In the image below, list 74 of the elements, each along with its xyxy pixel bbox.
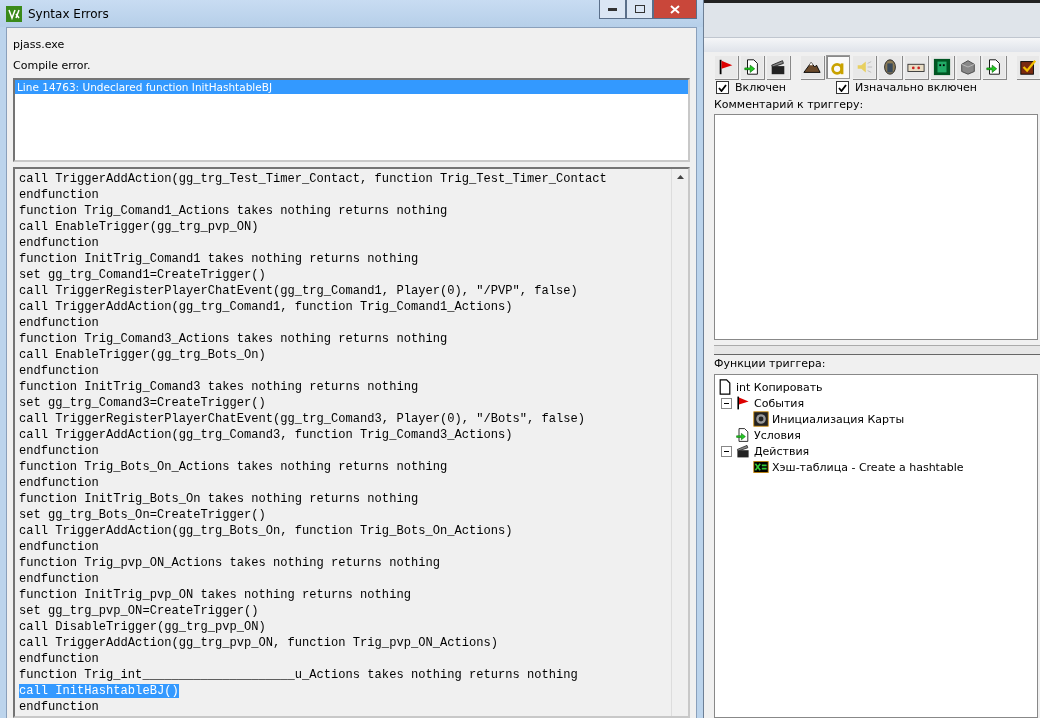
code-line: endfunction bbox=[19, 444, 99, 458]
code-line: call TriggerRegisterPlayerChatEvent(gg_trg_Comand1, Player(0), "/PVP", false) bbox=[19, 284, 578, 298]
checkbox-label: Включен bbox=[735, 81, 786, 94]
code-line: endfunction bbox=[19, 540, 99, 554]
tree-item[interactable]: int Копировать bbox=[736, 380, 823, 394]
maximize-button[interactable] bbox=[626, 0, 653, 19]
clapperboard-icon bbox=[735, 443, 751, 459]
close-button[interactable] bbox=[653, 0, 697, 19]
code-line: call EnableTrigger(gg_trg_pvp_ON) bbox=[19, 220, 259, 234]
checkbox[interactable] bbox=[836, 81, 849, 94]
expander-box[interactable] bbox=[721, 397, 732, 409]
code-line: endfunction bbox=[19, 572, 99, 586]
code-line: function Trig_Comand3_Actions takes nothing returns nothing bbox=[19, 332, 448, 346]
tree-item[interactable]: События bbox=[754, 396, 805, 410]
document-arrow-icon bbox=[735, 427, 751, 443]
code-line: endfunction bbox=[19, 364, 99, 378]
tree-item[interactable]: Инициализация Карты bbox=[772, 412, 905, 426]
code-line: call TriggerAddAction(gg_trg_Comand1, function Trig_Comand1_Actions) bbox=[19, 300, 513, 314]
maximize-icon bbox=[634, 5, 645, 13]
code-line: function Trig_pvp_ON_Actions takes nothing returns nothing bbox=[19, 556, 440, 570]
code-line: call TriggerAddAction(gg_trg_Bots_On, function Trig_Bots_On_Actions) bbox=[19, 524, 513, 538]
code-line: function InitTrig_Comand1 takes nothing returns nothing bbox=[19, 252, 419, 266]
app-icon bbox=[6, 5, 22, 22]
flag-icon bbox=[735, 395, 751, 411]
code-line: endfunction bbox=[19, 476, 99, 490]
comment-field[interactable] bbox=[714, 114, 1038, 340]
code-line: function Trig_Comand1_Actions takes nothing returns nothing bbox=[19, 204, 448, 218]
mask-icon bbox=[933, 58, 951, 76]
clapperboard-icon bbox=[769, 58, 787, 76]
code-line: endfunction bbox=[19, 316, 99, 330]
functions-label: Функции триггера: bbox=[713, 356, 827, 372]
code-line: function Trig_int_____________________u_Actions takes nothing returns nothing bbox=[19, 668, 578, 682]
variable-icon bbox=[753, 459, 769, 475]
speaker-icon bbox=[855, 58, 873, 76]
tree-item[interactable]: Хэш-таблица - Create a hashtable bbox=[772, 460, 964, 474]
document-icon bbox=[717, 379, 733, 395]
minimize-button[interactable] bbox=[599, 0, 626, 19]
figure-icon bbox=[881, 58, 899, 76]
program-name: pjass.exe bbox=[13, 38, 66, 51]
expander-box[interactable] bbox=[721, 445, 732, 457]
document-arrow-icon bbox=[743, 58, 761, 76]
code-line: function InitTrig_Comand3 takes nothing returns nothing bbox=[19, 380, 419, 394]
document-arrow-icon bbox=[985, 58, 1003, 76]
close-icon bbox=[670, 4, 680, 14]
minimize-icon bbox=[608, 7, 617, 11]
code-line: endfunction bbox=[19, 700, 99, 714]
code-line: function InitTrig_Bots_On takes nothing returns nothing bbox=[19, 492, 419, 506]
checked-box-icon bbox=[1019, 58, 1037, 76]
status-message: Compile error. bbox=[13, 59, 92, 72]
code-line: set gg_trg_Comand1=CreateTrigger() bbox=[19, 268, 266, 282]
code-line: set gg_trg_pvp_ON=CreateTrigger() bbox=[19, 604, 259, 618]
code-line: endfunction bbox=[19, 236, 99, 250]
gear-icon bbox=[753, 411, 769, 427]
code-line: function Trig_Bots_On_Actions takes nothing returns nothing bbox=[19, 460, 448, 474]
checkbox-label: Изначально включен bbox=[855, 81, 978, 94]
code-line: set gg_trg_Comand3=CreateTrigger() bbox=[19, 396, 266, 410]
code-line: call DisableTrigger(gg_trg_pvp_ON) bbox=[19, 620, 266, 634]
code-line: endfunction bbox=[19, 188, 99, 202]
code-line: call TriggerAddAction(gg_trg_pvp_ON, function Trig_pvp_ON_Actions) bbox=[19, 636, 498, 650]
code-line: call TriggerRegisterPlayerChatEvent(gg_trg_Comand3, Player(0), "/Bots", false) bbox=[19, 412, 586, 426]
splitter-bar[interactable] bbox=[714, 345, 1040, 355]
window-title: Syntax Errors bbox=[28, 6, 110, 21]
code-line: endfunction bbox=[19, 652, 99, 666]
code-line: call TriggerAddAction(gg_trg_Test_Timer_Contact, function Trig_Test_Timer_Contact bbox=[19, 172, 607, 186]
code-line: set gg_trg_Bots_On=CreateTrigger() bbox=[19, 508, 266, 522]
tree-item[interactable]: Условия bbox=[754, 428, 801, 442]
tree-item[interactable]: Действия bbox=[754, 444, 810, 458]
scroll-up-icon[interactable] bbox=[676, 175, 684, 179]
cube-icon bbox=[959, 58, 977, 76]
code-line: call TriggerAddAction(gg_trg_Comand3, function Trig_Comand3_Actions) bbox=[19, 428, 513, 442]
code-line: function InitTrig_pvp_ON takes nothing returns nothing bbox=[19, 588, 411, 602]
comment-label: Комментарий к триггеру: bbox=[713, 97, 865, 113]
checkbox[interactable] bbox=[716, 81, 729, 94]
code-line: call EnableTrigger(gg_trg_Bots_On) bbox=[19, 348, 266, 362]
